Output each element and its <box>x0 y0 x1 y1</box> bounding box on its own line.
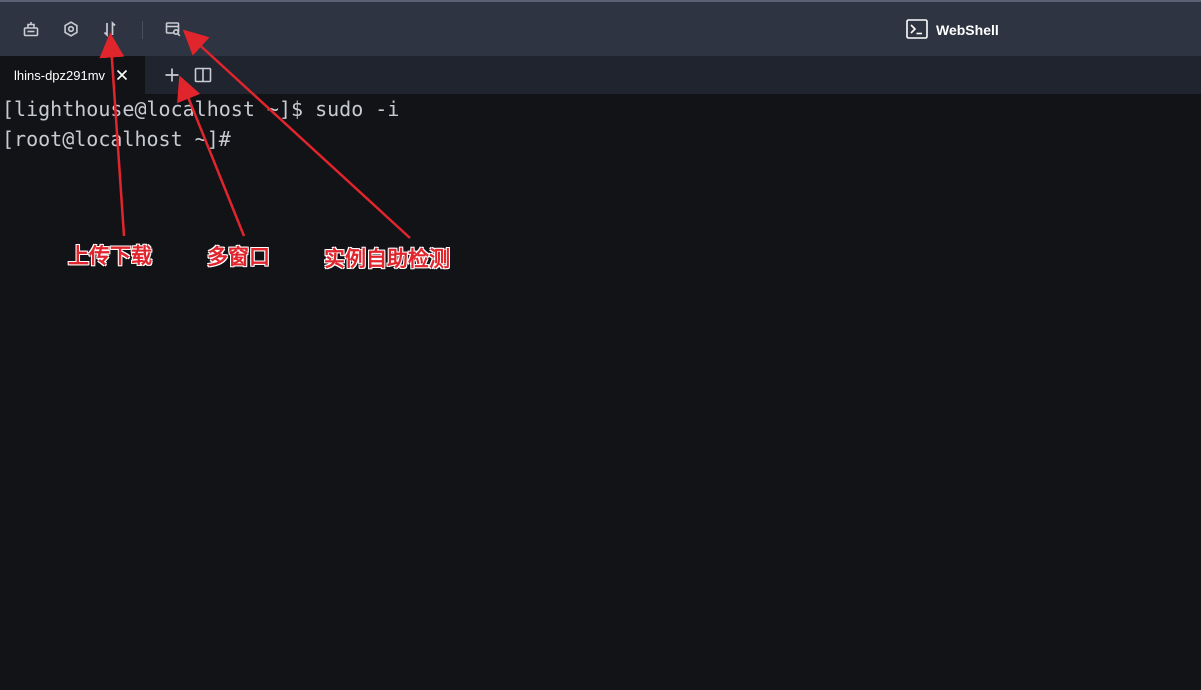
server-icon[interactable] <box>20 18 42 40</box>
terminal-line: [lighthouse@localhost ~]$ sudo -i <box>2 97 400 121</box>
brand-label: WebShell <box>936 22 999 38</box>
brand: WebShell <box>906 18 999 42</box>
annotation-instance-check: 实例自助检测 <box>324 248 450 271</box>
webshell-window: WebShell lhins-dpz291mv [lighthouse@loca… <box>0 0 1201 690</box>
terminal-output[interactable]: [lighthouse@localhost ~]$ sudo -i [root@… <box>0 94 1201 690</box>
instance-check-icon[interactable] <box>162 18 184 40</box>
annotation-multi-window: 多窗口 <box>207 246 270 269</box>
annotation-upload-download: 上传下载 <box>68 245 152 268</box>
tab-label: lhins-dpz291mv <box>14 67 106 83</box>
terminal-line: [root@localhost ~]# <box>2 127 231 151</box>
tab-session[interactable]: lhins-dpz291mv <box>0 56 145 94</box>
close-icon[interactable] <box>114 67 130 83</box>
split-view-icon[interactable] <box>193 65 213 85</box>
top-toolbar: WebShell <box>0 0 1201 56</box>
terminal-icon <box>906 18 928 42</box>
toolbar-divider <box>142 21 143 39</box>
settings-icon[interactable] <box>60 18 82 40</box>
upload-download-icon[interactable] <box>99 18 121 40</box>
plus-icon[interactable] <box>162 65 182 85</box>
tab-bar: lhins-dpz291mv <box>0 56 1201 94</box>
